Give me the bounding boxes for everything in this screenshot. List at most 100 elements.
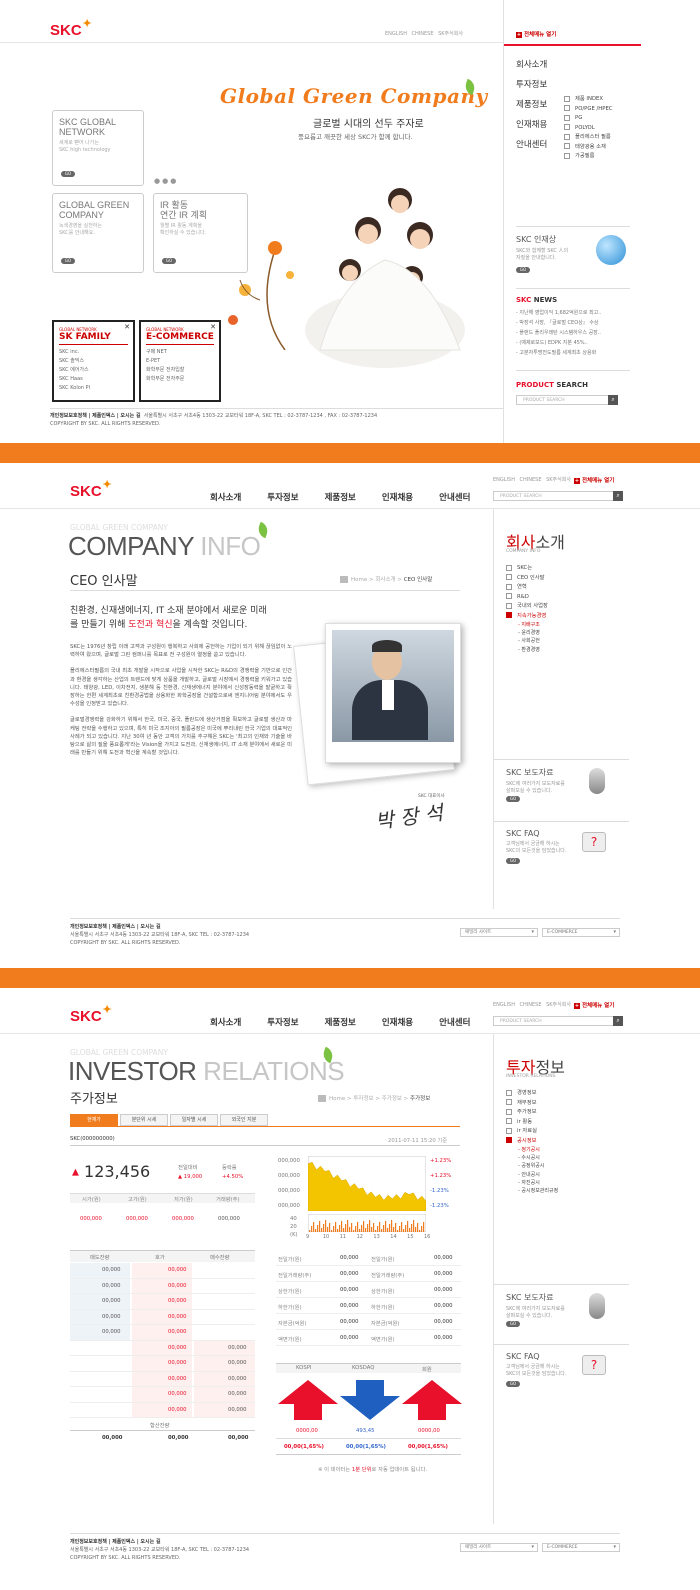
nav-support[interactable]: 안내센터: [439, 1016, 470, 1028]
tab-current-price[interactable]: 현재가: [70, 1114, 118, 1126]
carousel-dots[interactable]: ●●●: [154, 177, 178, 185]
family-link[interactable]: SKC 에어가스: [59, 366, 128, 375]
sidebar-subitem[interactable]: - 안내공시: [506, 1171, 558, 1179]
header-search-input[interactable]: PRODUCT SEARCH ⌕: [493, 491, 623, 501]
top-utility-links[interactable]: ENGLISH CHINESE SK주식회사: [385, 30, 463, 37]
ecommerce-select[interactable]: E-COMMERCE: [542, 1543, 620, 1552]
nav-products[interactable]: 제품정보: [325, 491, 356, 503]
tab-minute-price[interactable]: 분단위 시세: [120, 1114, 168, 1126]
breadcrumb[interactable]: Home > 회사소개 > CEO 인사말: [340, 575, 432, 583]
nav-company[interactable]: 회사소개: [516, 55, 547, 75]
nav-careers[interactable]: 인재채용: [382, 491, 413, 503]
nav-careers[interactable]: 인재채용: [516, 115, 547, 135]
nav-support[interactable]: 안내센터: [439, 491, 470, 503]
ecommerce-box[interactable]: ✕ GLOBAL NETWORK E-COMMERCE 구매 NET E-PET…: [139, 320, 221, 402]
ir-plan-box[interactable]: IR 활동 연간 IR 계획 월별 IR 활동 계획을 확인하실 수 있습니다.…: [153, 193, 248, 273]
search-icon[interactable]: ⌕: [608, 395, 618, 405]
product-item[interactable]: 가공필름: [564, 152, 612, 162]
talent-go-button[interactable]: GO: [516, 267, 530, 273]
product-search-input[interactable]: PRODUCT SEARCH ⌕: [516, 395, 618, 405]
top-utility-links[interactable]: ENGLISH CHINESE SK주식회사: [493, 476, 571, 483]
close-icon[interactable]: ✕: [210, 323, 216, 331]
sidebar-item[interactable]: SKC는: [506, 564, 548, 574]
sidebar-item[interactable]: CEO 인사말: [506, 574, 548, 584]
header-search-input[interactable]: PRODUCT SEARCH ⌕: [493, 1016, 623, 1026]
ecommerce-link[interactable]: 화학부문 전자주문: [146, 375, 214, 384]
product-item[interactable]: PO/PGE /HPEC: [564, 105, 612, 115]
product-item[interactable]: PG: [564, 114, 612, 124]
footer-links[interactable]: 개인정보보호정책 | 제품인덱스 | 오시는 길: [70, 924, 161, 930]
sidebar-item[interactable]: R&D: [506, 593, 548, 603]
tab-foreign-share[interactable]: 외국인 지분: [220, 1114, 268, 1126]
sidebar-subitem[interactable]: - 사회공헌: [506, 637, 548, 645]
nav-careers[interactable]: 인재채용: [382, 1016, 413, 1028]
go-button[interactable]: GO: [506, 796, 520, 802]
nav-company[interactable]: 회사소개: [210, 1016, 241, 1028]
footer-links[interactable]: 개인정보보호정책 | 제품인덱스 | 오시는 길: [50, 413, 141, 419]
product-item[interactable]: 폴리에스터 필름: [564, 133, 612, 143]
go-button[interactable]: GO: [506, 858, 520, 864]
sidebar-subitem[interactable]: - 공정위공시: [506, 1162, 558, 1170]
skc-logo[interactable]: SKC ✦: [70, 479, 112, 500]
ecommerce-link[interactable]: 화학부문 전자입찰: [146, 366, 214, 375]
nav-products[interactable]: 제품정보: [325, 1016, 356, 1028]
ecommerce-select[interactable]: E-COMMERCE: [542, 928, 620, 937]
sk-family-box[interactable]: ✕ GLOBAL NETWORK SK FAMILY SKC inc. SKC …: [52, 320, 135, 402]
skc-logo[interactable]: SKC ✦: [50, 18, 92, 39]
search-icon[interactable]: ⌕: [613, 491, 623, 501]
go-button[interactable]: GO: [61, 171, 75, 177]
sidebar-subitem[interactable]: - 환경경영: [506, 646, 548, 654]
news-item[interactable]: - 고분자투명전도필름 세계최초 상용화: [516, 348, 636, 358]
go-button[interactable]: GO: [506, 1381, 520, 1387]
sidebar-subitem[interactable]: - 자진공시: [506, 1179, 558, 1187]
global-network-box[interactable]: SKC GLOBAL NETWORK 세계로 뻗어 나가는 SKC high t…: [52, 110, 144, 186]
sidebar-subitem[interactable]: - 지배구조: [506, 621, 548, 629]
news-item[interactable]: - 박장석 사장, 『글로벌 CEO상』 수상: [516, 318, 636, 328]
all-menu-button[interactable]: + 전체메뉴 열기: [516, 30, 556, 38]
breadcrumb[interactable]: Home > 투자정보 > 주가정보 > 주가정보: [318, 1094, 430, 1102]
ecommerce-link[interactable]: 구매 NET: [146, 348, 214, 357]
all-menu-button[interactable]: + 전체메뉴 열기: [574, 476, 614, 484]
sidebar-item[interactable]: ir 자료실: [506, 1127, 558, 1137]
nav-support[interactable]: 안내센터: [516, 135, 547, 155]
sidebar-item[interactable]: 국내외 사업장: [506, 602, 548, 612]
product-item[interactable]: 태양광용 소재: [564, 143, 612, 153]
go-button[interactable]: GO: [506, 1321, 520, 1327]
sidebar-item[interactable]: 주가정보: [506, 1108, 558, 1118]
product-item[interactable]: 제품 INDEX: [564, 95, 612, 105]
nav-ir[interactable]: 투자정보: [516, 75, 547, 95]
go-button[interactable]: GO: [162, 258, 176, 264]
sidebar-item-active[interactable]: 지속가능경영: [506, 612, 548, 622]
press-widget[interactable]: SKC 보도자료 SKC에 여러가지 보도자료를 살펴보실 수 있습니다. GO: [494, 759, 629, 802]
family-link[interactable]: SKC 솔믹스: [59, 357, 128, 366]
sidebar-item[interactable]: 경영정보: [506, 1089, 558, 1099]
faq-widget[interactable]: SKC FAQ 고객님께서 궁금해 하시는 SKC의 모든것을 담았습니다. G…: [494, 821, 629, 864]
sidebar-item-active[interactable]: 공시정보: [506, 1137, 558, 1147]
news-item[interactable]: - 플랜드 폴리우레탄 시스템하우스 공장..: [516, 328, 636, 338]
sidebar-subitem[interactable]: - 수시공시: [506, 1154, 558, 1162]
sidebar-subitem[interactable]: - 공시정보관리규정: [506, 1187, 558, 1195]
family-link[interactable]: SKC Haas: [59, 375, 128, 384]
sidebar-subitem[interactable]: - 윤리경영: [506, 629, 548, 637]
nav-products[interactable]: 제품정보: [516, 95, 547, 115]
faq-widget[interactable]: SKC FAQ 고객님께서 궁금해 하시는 SKC의 모든것을 담았습니다. G…: [494, 1344, 629, 1387]
green-company-box[interactable]: GLOBAL GREEN COMPANY 녹색경영을 실천하는 SKC를 안내해…: [52, 193, 144, 273]
ecommerce-link[interactable]: E-PET: [146, 357, 214, 366]
skc-logo[interactable]: SKC ✦: [70, 1004, 112, 1025]
product-item[interactable]: POLYOL: [564, 124, 612, 134]
family-site-select[interactable]: 패밀리 사이트: [460, 1543, 538, 1552]
close-icon[interactable]: ✕: [124, 323, 130, 331]
sidebar-subitem[interactable]: - 정기공시: [506, 1146, 558, 1154]
footer-links[interactable]: 개인정보보호정책 | 제품인덱스 | 오시는 길: [70, 1539, 161, 1545]
talent-widget[interactable]: SKC 인재상 SKC와 함께할 SKC 人의 자질을 안내합니다. GO: [516, 226, 630, 273]
sidebar-item[interactable]: 재무정보: [506, 1099, 558, 1109]
family-site-select[interactable]: 패밀리 사이트: [460, 928, 538, 937]
go-button[interactable]: GO: [61, 258, 75, 264]
tab-daily-price[interactable]: 일자별 시세: [170, 1114, 218, 1126]
news-item[interactable]: - 지난해 영업이익 1,682억원으로 최고..: [516, 308, 636, 318]
sidebar-item[interactable]: ir 활동: [506, 1118, 558, 1128]
nav-ir[interactable]: 투자정보: [267, 491, 298, 503]
sidebar-item[interactable]: 연혁: [506, 583, 548, 593]
press-widget[interactable]: SKC 보도자료 SKC에 여러가지 보도자료를 살펴보실 수 있습니다. GO: [494, 1284, 629, 1327]
news-item[interactable]: - (예제로보드) EDPK 지분 45%..: [516, 338, 636, 348]
